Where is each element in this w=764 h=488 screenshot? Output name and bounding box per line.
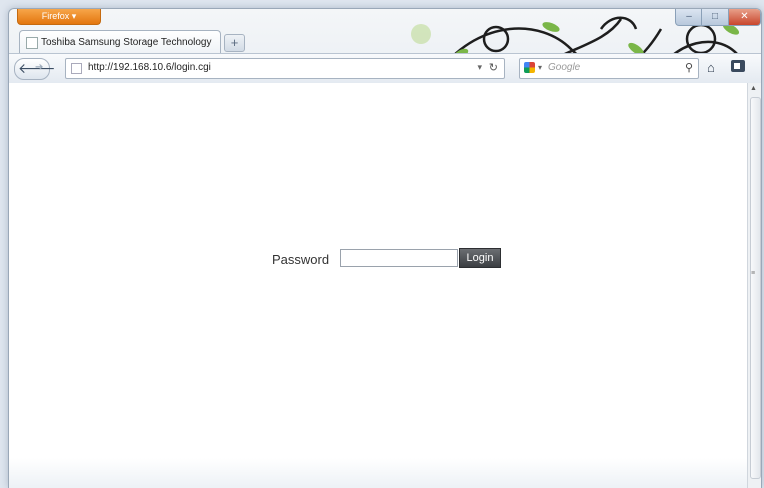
firefox-menu-button[interactable]: Firefox ▾	[17, 9, 101, 25]
scroll-up-arrow-icon[interactable]: ▲	[750, 85, 757, 92]
vertical-scrollbar[interactable]: ▲ ≡	[747, 83, 761, 488]
reload-icon[interactable]: ↻	[489, 61, 498, 74]
new-tab-button[interactable]: +	[224, 34, 245, 52]
search-icon[interactable]: ⚲	[685, 61, 693, 74]
close-button[interactable]: ✕	[728, 9, 761, 26]
password-label: Password	[272, 252, 330, 267]
bottom-fade	[9, 458, 747, 488]
page-favicon-icon	[26, 37, 38, 49]
engine-dropdown-icon[interactable]: ▾	[538, 63, 542, 72]
site-identity-icon[interactable]	[71, 63, 82, 74]
bookmarks-icon[interactable]	[731, 60, 745, 72]
forward-arrow-icon[interactable]: ➔	[35, 62, 43, 73]
page-content: Password Login	[9, 83, 747, 488]
minimize-button[interactable]: –	[675, 9, 703, 26]
maximize-button[interactable]: □	[701, 9, 729, 26]
scroll-grip-icon: ≡	[751, 270, 756, 277]
minimize-icon: –	[686, 11, 692, 22]
login-button[interactable]: Login	[459, 248, 501, 268]
search-placeholder: Google	[548, 62, 581, 73]
maximize-icon: □	[711, 11, 719, 22]
password-field[interactable]	[340, 249, 458, 267]
browser-window: Firefox ▾ – □ ✕ Toshiba Samsung Storage …	[8, 8, 762, 488]
navigation-toolbar: 🡐 ➔ http://192.168.10.6/login.cgi ▾ ↻ ▾ …	[9, 53, 761, 84]
close-icon: ✕	[740, 11, 749, 22]
tab-title: Toshiba Samsung Storage Technology	[41, 37, 212, 48]
back-forward-group: 🡐 ➔	[14, 58, 56, 80]
home-icon[interactable]: ⌂	[707, 60, 715, 75]
search-bar[interactable]: ▾ Google ⚲	[519, 58, 699, 79]
google-engine-icon[interactable]	[524, 62, 535, 73]
history-dropdown-icon[interactable]: ▾	[477, 62, 482, 73]
scroll-thumb[interactable]	[750, 97, 761, 479]
url-text[interactable]: http://192.168.10.6/login.cgi	[88, 62, 211, 73]
address-bar[interactable]: http://192.168.10.6/login.cgi ▾ ↻	[65, 58, 505, 79]
tab-active[interactable]: Toshiba Samsung Storage Technology	[19, 30, 221, 54]
